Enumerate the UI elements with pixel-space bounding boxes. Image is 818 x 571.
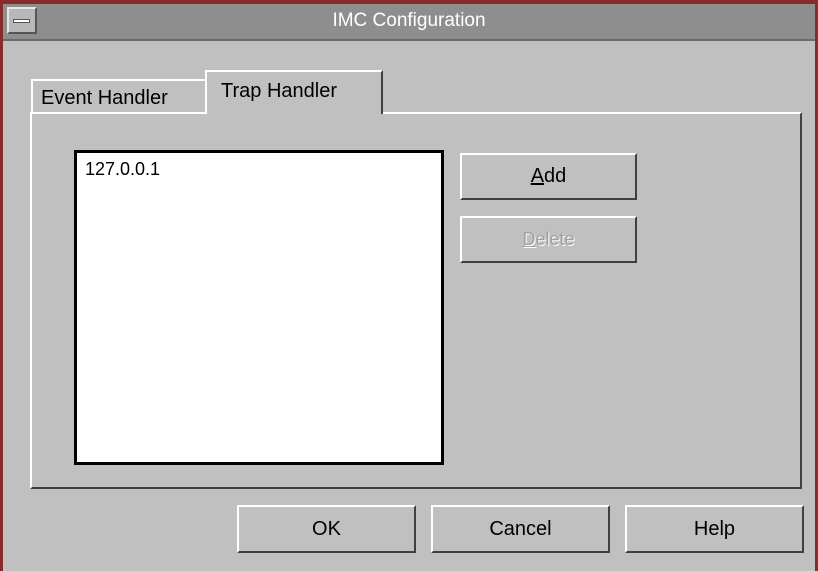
add-button-mnemonic: A — [530, 165, 545, 187]
tab-event-handler[interactable]: Event Handler — [31, 79, 207, 113]
trap-destination-list[interactable]: 127.0.0.1 — [74, 150, 444, 465]
add-button[interactable]: Add — [460, 153, 637, 200]
title-bar[interactable]: IMC Configuration — [3, 4, 815, 41]
add-button-label: dd — [544, 165, 567, 187]
help-button[interactable]: Help — [625, 505, 804, 553]
delete-button[interactable]: Delete — [460, 216, 637, 263]
delete-button-mnemonic: D — [522, 229, 536, 249]
list-item[interactable]: 127.0.0.1 — [85, 159, 160, 180]
ok-button[interactable]: OK — [237, 505, 416, 553]
window-title: IMC Configuration — [332, 10, 486, 31]
tab-trap-handler[interactable]: Trap Handler — [205, 70, 383, 114]
cancel-button[interactable]: Cancel — [431, 505, 610, 553]
delete-button-label: elete — [535, 229, 575, 249]
